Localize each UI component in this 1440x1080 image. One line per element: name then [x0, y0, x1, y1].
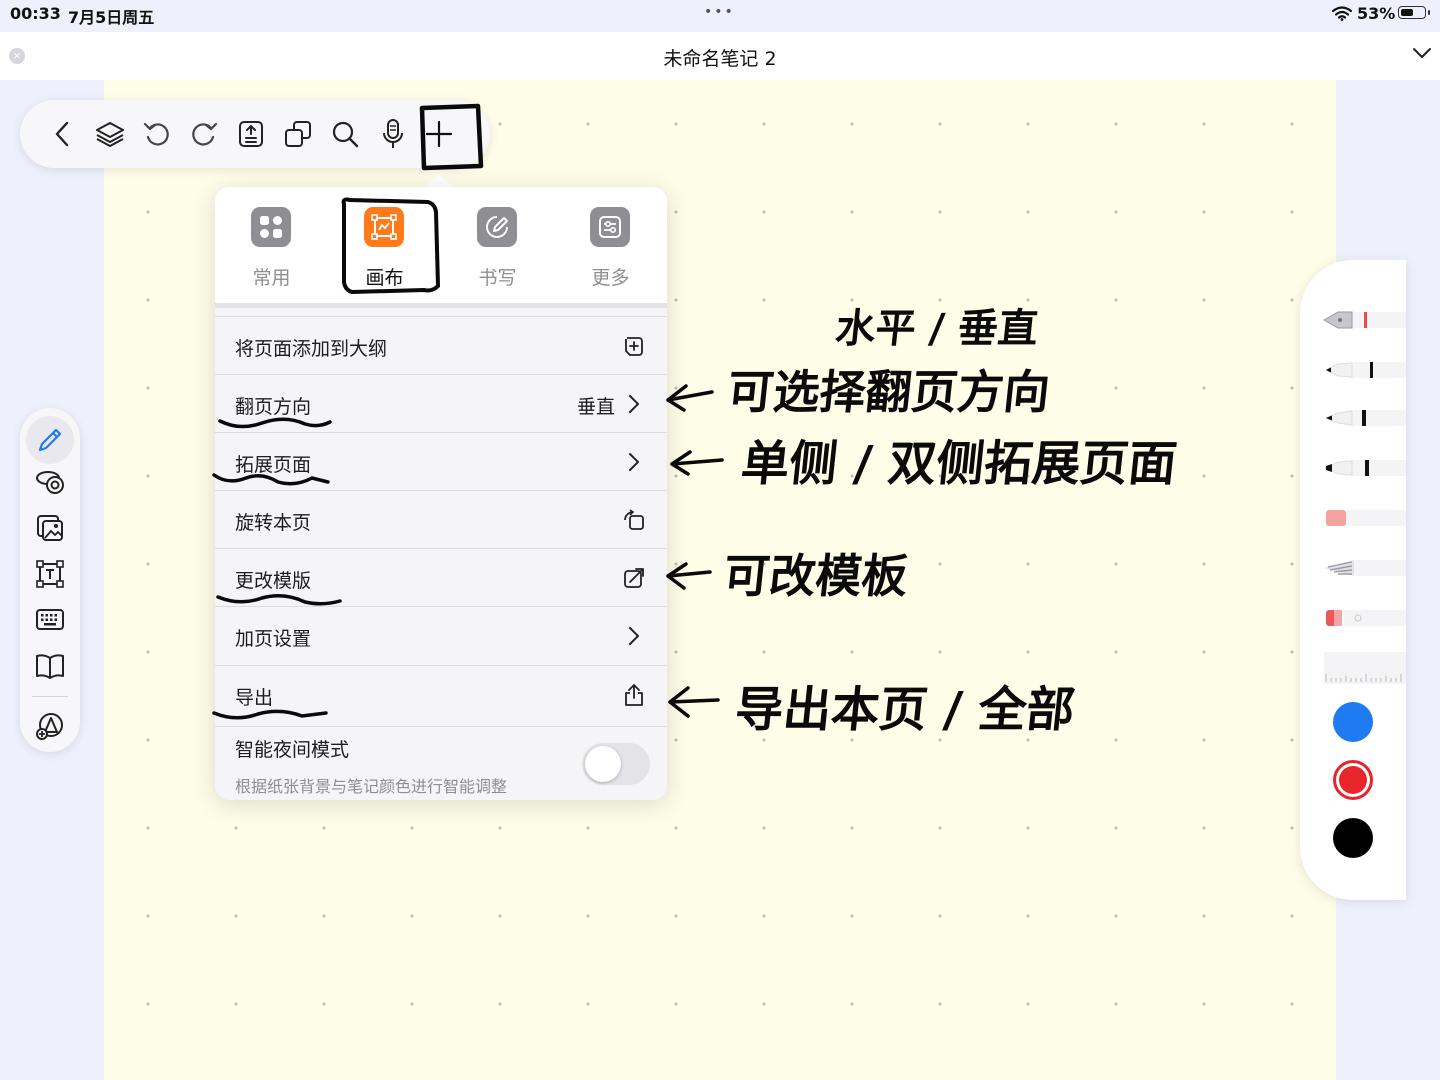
menu-item-label: 拓展页面: [235, 454, 312, 476]
menu-item-extend-page[interactable]: 拓展页面: [215, 432, 667, 490]
tab-label: 更多: [591, 267, 630, 289]
textbox-icon[interactable]: [34, 558, 66, 590]
microphone-icon[interactable]: [377, 118, 409, 150]
toolbar-divider: [32, 696, 68, 697]
menu-item-add-to-outline[interactable]: 将页面添加到大纲: [215, 316, 667, 374]
shapes-icon[interactable]: [34, 710, 66, 742]
share-icon: [621, 682, 647, 708]
redo-icon[interactable]: [188, 118, 220, 150]
tab-writing[interactable]: 书写: [441, 187, 554, 303]
tab-more[interactable]: 更多: [554, 187, 667, 303]
note-title[interactable]: 未命名笔记 2: [0, 44, 1440, 71]
menu-item-label: 更改模版: [235, 570, 312, 592]
marker-icon[interactable]: [1320, 456, 1406, 480]
battery-icon: [1398, 6, 1430, 19]
left-toolbar: [20, 408, 80, 752]
menu-item-label: 将页面添加到大纲: [235, 338, 388, 360]
color-swatch-black[interactable]: [1333, 818, 1373, 858]
smart-night-mode-row: 智能夜间模式 根据纸张背景与笔记颜色进行智能调整: [215, 726, 667, 800]
menu-item-page-direction[interactable]: 翻页方向 垂直: [215, 374, 667, 432]
night-mode-description: 根据纸张背景与笔记颜色进行智能调整: [235, 777, 508, 796]
rotate-icon: [621, 507, 647, 533]
menu-item-export[interactable]: 导出: [215, 665, 667, 723]
menu-item-label: 旋转本页: [235, 512, 312, 534]
add-outline-icon: [621, 333, 647, 359]
canvas-settings-popover: 常用 画布 书写 更多 将页面添加到大纲 翻页方向 垂直 拓展页面 旋转本页 更…: [215, 187, 667, 800]
back-icon[interactable]: [47, 118, 79, 150]
menu-item-label: 导出: [235, 687, 274, 709]
tab-common[interactable]: 常用: [215, 187, 328, 303]
annotation-page-direction: 可选择翻页方向: [724, 365, 1053, 419]
grid-icon: [251, 207, 291, 247]
chevron-right-icon: [621, 391, 647, 417]
night-mode-label: 智能夜间模式: [235, 739, 350, 761]
fineliner-icon[interactable]: [1320, 406, 1406, 430]
top-toolbar: [20, 100, 490, 168]
menu-item-add-page-settings[interactable]: 加页设置: [215, 606, 667, 664]
ruler-icon[interactable]: [1320, 652, 1406, 686]
menu-item-label: 翻页方向: [235, 396, 312, 418]
canvas-icon: [364, 207, 404, 247]
title-bar: × 未命名笔记 2: [0, 32, 1440, 80]
page-direction-value: 垂直: [576, 396, 615, 418]
annotation-export: 导出本页 / 全部: [732, 682, 1078, 738]
pen-tools-panel: [1300, 260, 1406, 900]
menu-item-label: 加页设置: [235, 628, 312, 650]
ballpoint-pen-icon[interactable]: [1320, 358, 1406, 382]
pencil-tool-icon[interactable]: [1320, 556, 1406, 580]
pencil-icon[interactable]: [34, 424, 66, 456]
copy-pages-icon[interactable]: [282, 118, 314, 150]
layers-icon[interactable]: [94, 118, 126, 150]
color-swatch-blue[interactable]: [1333, 702, 1373, 742]
undo-icon[interactable]: [141, 118, 173, 150]
tab-label: 书写: [478, 267, 517, 289]
status-time: 00:33: [10, 4, 61, 23]
wifi-icon: [1332, 6, 1352, 21]
annotation-change-template: 可改模板: [720, 549, 911, 603]
chevron-right-icon: [621, 623, 647, 649]
page-info-icon[interactable]: [235, 118, 267, 150]
tab-canvas[interactable]: 画布: [328, 187, 441, 303]
search-icon[interactable]: [329, 118, 361, 150]
add-icon[interactable]: [423, 118, 455, 150]
tab-label: 常用: [252, 267, 291, 289]
pen-edit-icon: [477, 207, 517, 247]
chevron-down-icon[interactable]: [1412, 46, 1432, 60]
section-separator: [215, 303, 667, 308]
menu-item-rotate-page[interactable]: 旋转本页: [215, 490, 667, 548]
status-date: 7月5日周五: [68, 8, 155, 27]
menu-item-change-template[interactable]: 更改模版: [215, 548, 667, 606]
status-bar: 00:33 7月5日周五 ••• 53%: [0, 0, 1440, 30]
battery-percent: 53%: [1357, 4, 1396, 23]
color-swatch-red[interactable]: [1333, 760, 1373, 800]
annotation-extend-page: 单侧 / 双侧拓展页面: [738, 436, 1180, 492]
highlighter-icon[interactable]: [1320, 606, 1406, 630]
keyboard-icon[interactable]: [34, 604, 66, 636]
fountain-pen-icon[interactable]: [1320, 308, 1406, 332]
popover-tabs: 常用 画布 书写 更多: [215, 187, 667, 303]
tab-label: 画布: [365, 267, 404, 289]
book-icon[interactable]: [34, 650, 66, 682]
lasso-icon[interactable]: [34, 466, 66, 498]
eraser-icon[interactable]: [1320, 506, 1406, 530]
night-mode-toggle[interactable]: [582, 743, 650, 785]
sliders-icon: [590, 207, 630, 247]
annotation-direction-options: 水平 / 垂直: [833, 306, 1041, 352]
chevron-right-icon: [621, 449, 647, 475]
change-template-icon: [621, 565, 647, 591]
image-icon[interactable]: [34, 512, 66, 544]
multitask-dots[interactable]: •••: [704, 4, 735, 20]
